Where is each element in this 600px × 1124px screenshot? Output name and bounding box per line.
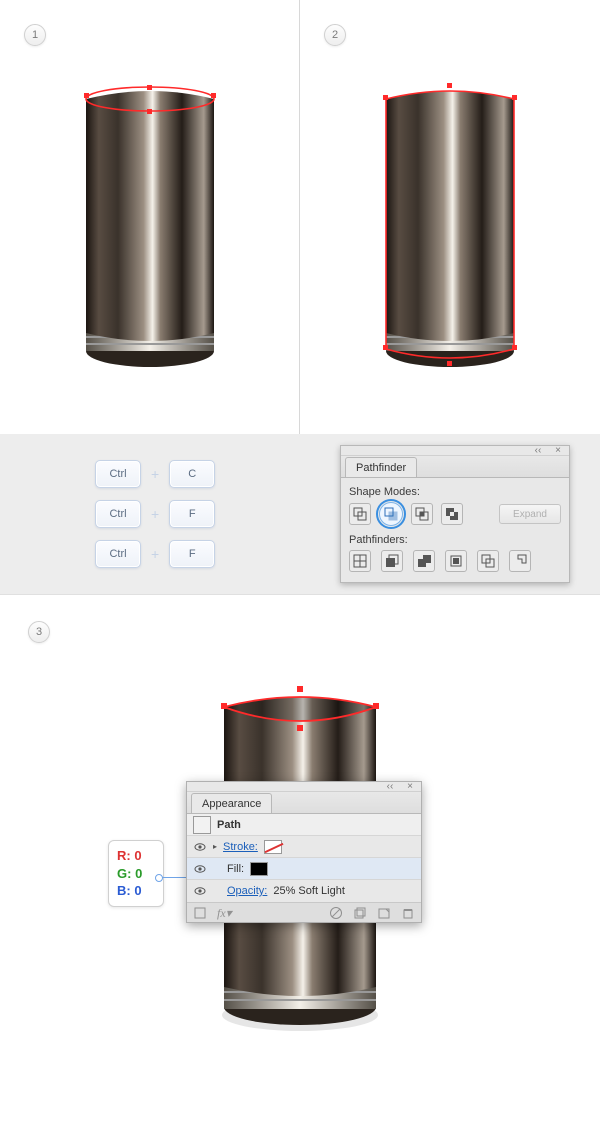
key-letter: C [169, 460, 215, 488]
step-badge: 2 [324, 24, 346, 46]
visibility-toggle-icon[interactable] [193, 840, 207, 854]
panel-title-bar[interactable]: ‹‹ × [341, 446, 569, 456]
shortcut-row: Ctrl + C [95, 460, 215, 488]
step-badge: 1 [24, 24, 46, 46]
visibility-toggle-icon[interactable] [193, 884, 207, 898]
new-item-icon[interactable] [377, 906, 391, 920]
key-letter: F [169, 540, 215, 568]
pathfinder-crop[interactable] [445, 550, 467, 572]
pathfinder-panel: ‹‹ × Pathfinder Shape Modes: Ex [340, 445, 570, 583]
rgb-g-value: 0 [135, 866, 142, 881]
panel-title-bar[interactable]: ‹‹ × [187, 782, 421, 792]
shortcut-row: Ctrl + F [95, 500, 215, 528]
appearance-stroke-row[interactable]: ▸ Stroke: [187, 836, 421, 858]
keyboard-shortcuts: Ctrl + C Ctrl + F Ctrl + F [95, 460, 215, 568]
pathfinder-minus-back[interactable] [509, 550, 531, 572]
pathfinder-merge[interactable] [413, 550, 435, 572]
appearance-panel: ‹‹ × Appearance Path ▸ Stroke: Fill: Opa… [186, 781, 422, 923]
shape-mode-minus-front[interactable] [379, 502, 403, 526]
tab-appearance[interactable]: Appearance [191, 793, 272, 813]
appearance-opacity-row[interactable]: Opacity: 25% Soft Light [187, 880, 421, 902]
duplicate-item-icon[interactable] [353, 906, 367, 920]
shortcut-row: Ctrl + F [95, 540, 215, 568]
panel-close-icon[interactable]: × [403, 784, 417, 790]
visibility-toggle-icon[interactable] [193, 862, 207, 876]
appearance-fill-row[interactable]: Fill: [187, 858, 421, 880]
panel-close-icon[interactable]: × [551, 448, 565, 454]
object-type-label: Path [217, 819, 241, 831]
panel-collapse-icon[interactable]: ‹‹ [531, 448, 545, 454]
fill-label: Fill: [227, 863, 244, 875]
pathfinder-divide[interactable] [349, 550, 371, 572]
plus-icon: + [151, 506, 159, 522]
step-badge: 3 [28, 621, 50, 643]
key-ctrl: Ctrl [95, 500, 141, 528]
new-art-icon[interactable] [193, 906, 207, 920]
panel-collapse-icon[interactable]: ‹‹ [383, 784, 397, 790]
rgb-r-value: 0 [134, 848, 141, 863]
pathfinders-label: Pathfinders: [349, 534, 561, 546]
plus-icon: + [151, 466, 159, 482]
artwork-cylinder [380, 81, 520, 371]
key-ctrl: Ctrl [95, 540, 141, 568]
fx-menu-icon[interactable]: fx▾ [217, 906, 231, 920]
fill-swatch[interactable] [250, 862, 268, 876]
rgb-b-label: B: [117, 883, 131, 898]
delete-item-icon[interactable] [401, 906, 415, 920]
opacity-value: 25% Soft Light [273, 885, 345, 897]
shape-modes-label: Shape Modes: [349, 486, 561, 498]
appearance-object-row[interactable]: Path [187, 814, 421, 836]
expand-button: Expand [499, 504, 561, 524]
artwork-cylinder [80, 81, 220, 371]
disclosure-triangle-icon[interactable]: ▸ [213, 842, 217, 851]
plus-icon: + [151, 546, 159, 562]
tutorial-step-1: 1 [0, 0, 300, 434]
clear-appearance-icon[interactable] [329, 906, 343, 920]
rgb-annotation: R: 0 G: 0 B: 0 [108, 840, 164, 907]
tutorial-step-2: 2 [300, 0, 600, 434]
appearance-panel-footer: fx▾ [187, 902, 421, 922]
stroke-swatch[interactable] [264, 840, 282, 854]
stroke-link[interactable]: Stroke: [223, 841, 258, 853]
opacity-link[interactable]: Opacity: [227, 885, 267, 897]
key-ctrl: Ctrl [95, 460, 141, 488]
pathfinder-trim[interactable] [381, 550, 403, 572]
key-letter: F [169, 500, 215, 528]
rgb-b-value: 0 [134, 883, 141, 898]
shape-mode-unite[interactable] [349, 503, 371, 525]
rgb-g-label: G: [117, 866, 131, 881]
shape-mode-intersect[interactable] [411, 503, 433, 525]
object-thumb-icon [193, 816, 211, 834]
tab-pathfinder[interactable]: Pathfinder [345, 457, 417, 477]
tutorial-middle-strip: Ctrl + C Ctrl + F Ctrl + F ‹‹ × Pathfind… [0, 434, 600, 594]
rgb-r-label: R: [117, 848, 131, 863]
shape-mode-exclude[interactable] [441, 503, 463, 525]
pathfinder-outline[interactable] [477, 550, 499, 572]
